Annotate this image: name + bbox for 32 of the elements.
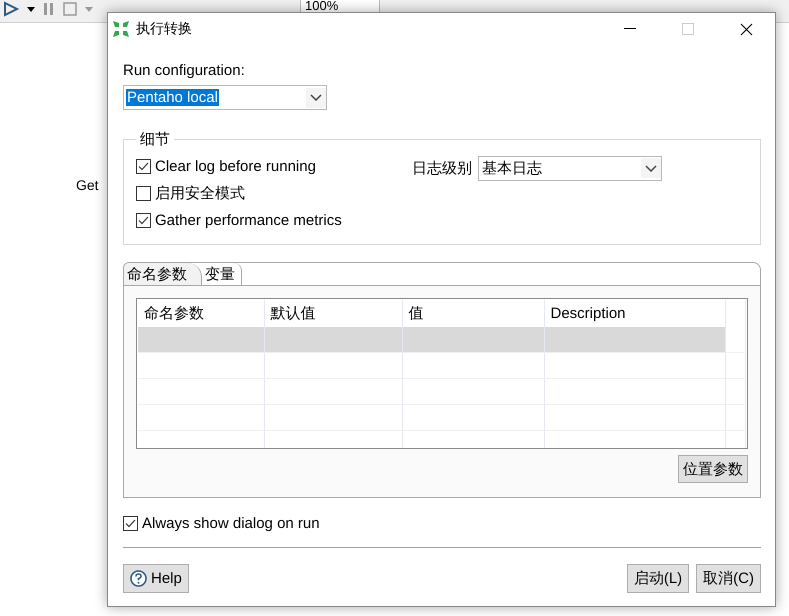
- run-button[interactable]: 启动(L): [626, 564, 690, 593]
- run-configuration-dropdown[interactable]: Pentaho local: [123, 85, 327, 110]
- arrows-inward-icon: [112, 20, 130, 38]
- checkbox-label: Always show dialog on run: [142, 515, 320, 532]
- minimize-icon: [624, 28, 636, 30]
- window-title: 执行转换: [136, 20, 193, 38]
- maximize-icon: [682, 23, 694, 35]
- checkbox-label: 启用安全模式: [155, 184, 245, 203]
- group-title: 细节: [139, 130, 171, 149]
- caret-icon: [645, 164, 657, 172]
- help-button[interactable]: Help: [123, 564, 189, 593]
- checkbox[interactable]: [136, 213, 151, 228]
- checkbox[interactable]: [136, 186, 151, 201]
- pause-icon[interactable]: [42, 0, 56, 18]
- field-label: 日志级别: [412, 158, 472, 178]
- play-icon[interactable]: [2, 0, 20, 18]
- field-label: Run configuration:: [123, 62, 246, 79]
- log-level-dropdown[interactable]: 基本日志: [478, 156, 662, 180]
- position-params-button[interactable]: 位置参数: [678, 455, 748, 483]
- cancel-button[interactable]: 取消(C): [696, 564, 761, 593]
- stop-icon[interactable]: [62, 0, 78, 18]
- checkbox-label: Gather performance metrics: [155, 212, 342, 229]
- table-row[interactable]: [138, 327, 746, 352]
- checkbox[interactable]: [136, 159, 151, 174]
- checkbox-label: Clear log before running: [155, 158, 316, 175]
- step-label: Get: [76, 177, 99, 193]
- tab[interactable]: 命名参数: [124, 263, 202, 285]
- tab[interactable]: 变量: [202, 263, 242, 285]
- caret-icon: [310, 94, 322, 101]
- checkbox[interactable]: [123, 516, 138, 531]
- close-icon: [740, 22, 752, 36]
- help-icon: [130, 570, 147, 587]
